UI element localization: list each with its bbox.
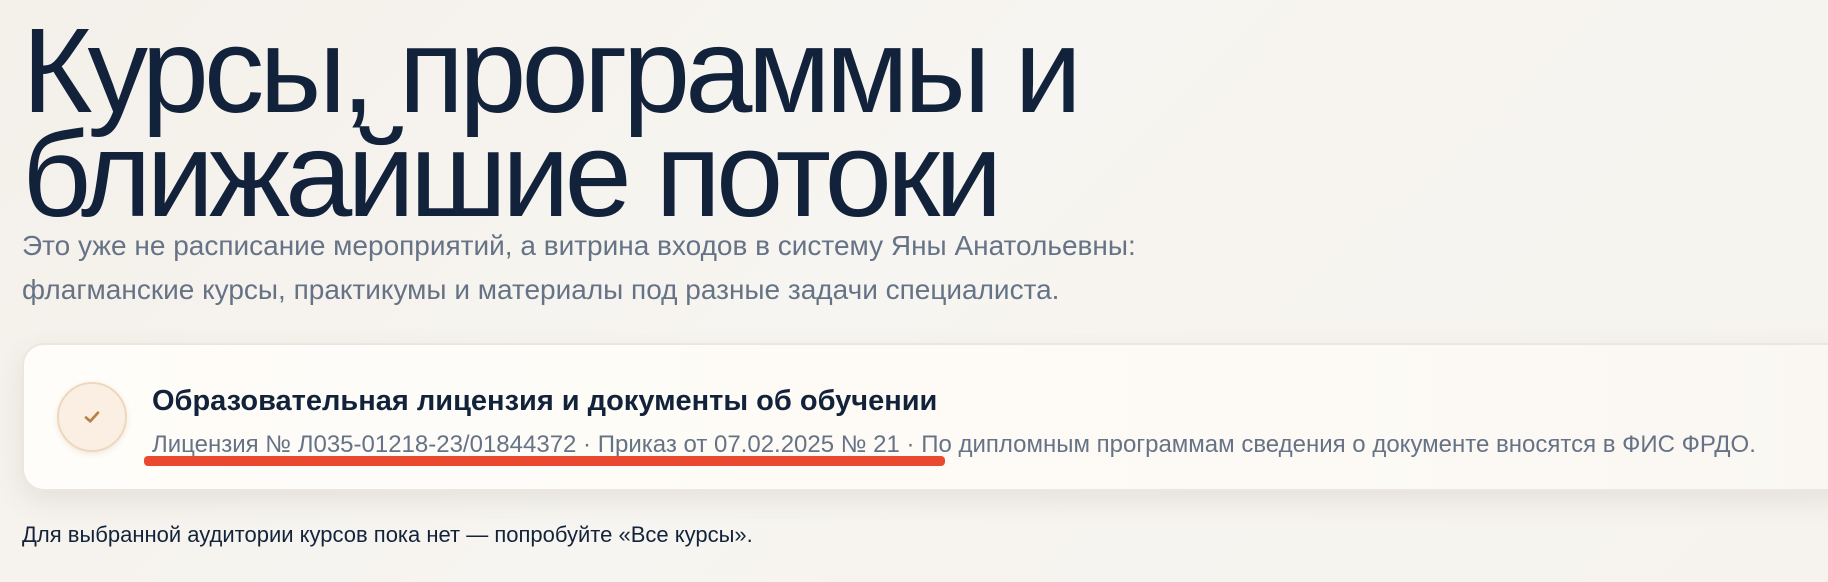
page-title: Курсы, программы и ближайшие потоки: [22, 10, 1222, 235]
license-title: Образовательная лицензия и документы об …: [152, 385, 938, 417]
license-separator-1: ·: [576, 431, 598, 458]
page-subtitle: Это уже не расписание мероприятий, а вит…: [22, 224, 1322, 312]
courses-page: Курсы, программы и ближайшие потоки Это …: [22, 0, 1828, 582]
page-title-line-2: ближайшие потоки: [22, 106, 1003, 242]
check-icon: [57, 382, 127, 452]
license-card: Образовательная лицензия и документы об …: [22, 343, 1828, 491]
page-subtitle-line-1: Это уже не расписание мероприятий, а вит…: [22, 230, 1136, 261]
highlight-underline: [144, 456, 945, 466]
license-number: Лицензия № Л035-01218-23/01844372: [152, 431, 577, 458]
empty-courses-message: Для выбранной аудитории курсов пока нет …: [22, 522, 753, 547]
license-order: Приказ от 07.02.2025 № 21: [597, 431, 900, 458]
diploma-note: По дипломным программам сведения о докум…: [921, 431, 1756, 458]
license-separator-2: ·: [899, 431, 922, 458]
page-subtitle-line-2: флагманские курсы, практикумы и материал…: [22, 274, 1060, 305]
